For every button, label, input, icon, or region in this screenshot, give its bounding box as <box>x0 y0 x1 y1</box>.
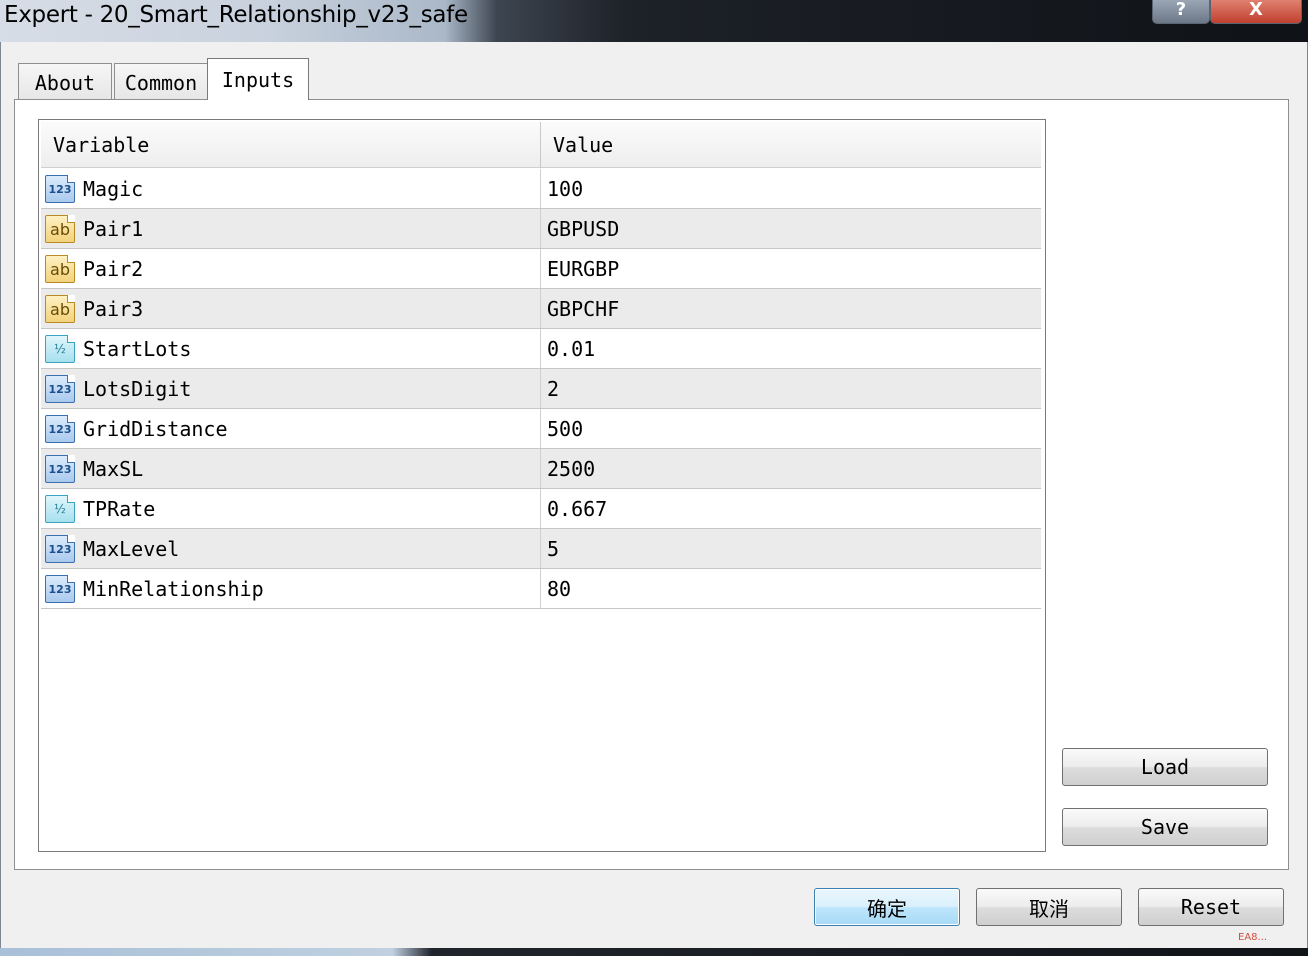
value-cell[interactable]: 100 <box>547 169 583 208</box>
inputs-grid: Variable Value 123 Magic 100 ab Pair1 GBPUSD a… <box>38 119 1046 852</box>
table-row[interactable]: 123 Magic 100 <box>41 169 1041 209</box>
value-cell[interactable]: 0.01 <box>547 329 595 368</box>
window-title: Expert - 20_Smart_Relationship_v23_safe <box>4 2 468 28</box>
window-bottom-edge <box>0 948 1308 956</box>
integer-type-icon: 123 <box>45 175 75 203</box>
tab-common[interactable]: Common <box>114 63 208 101</box>
value-cell[interactable]: 80 <box>547 569 571 608</box>
string-type-icon: ab <box>45 215 75 243</box>
variable-cell: 123 MinRelationship <box>41 569 541 608</box>
save-button[interactable]: Save <box>1062 808 1268 846</box>
grid-header: Variable Value <box>41 122 1041 168</box>
variable-cell: ½ StartLots <box>41 329 541 368</box>
value-cell[interactable]: 5 <box>547 529 559 568</box>
variable-name: MinRelationship <box>83 577 264 601</box>
ok-button[interactable]: 确定 <box>814 888 960 926</box>
table-row[interactable]: ab Pair1 GBPUSD <box>41 209 1041 249</box>
variable-cell: ab Pair3 <box>41 289 541 328</box>
variable-name: Pair3 <box>83 297 144 321</box>
double-type-icon: ½ <box>45 495 75 523</box>
variable-cell: ½ TPRate <box>41 489 541 528</box>
tab-about[interactable]: About <box>18 63 112 101</box>
table-row[interactable]: 123 GridDistance 500 <box>41 409 1041 449</box>
value-cell[interactable]: 2500 <box>547 449 595 488</box>
tab-inputs[interactable]: Inputs <box>207 58 309 100</box>
close-button[interactable]: X <box>1210 0 1302 24</box>
variable-cell: ab Pair2 <box>41 249 541 288</box>
integer-type-icon: 123 <box>45 535 75 563</box>
load-button[interactable]: Load <box>1062 748 1268 786</box>
variable-name: Pair2 <box>83 257 144 281</box>
integer-type-icon: 123 <box>45 575 75 603</box>
string-type-icon: ab <box>45 255 75 283</box>
string-type-icon: ab <box>45 295 75 323</box>
table-row[interactable]: ab Pair2 EURGBP <box>41 249 1041 289</box>
value-cell[interactable]: GBPCHF <box>547 289 619 328</box>
variable-name: GridDistance <box>83 417 228 441</box>
value-cell[interactable]: 0.667 <box>547 489 607 528</box>
variable-cell: 123 LotsDigit <box>41 369 541 408</box>
double-type-icon: ½ <box>45 335 75 363</box>
variable-name: Pair1 <box>83 217 144 241</box>
value-cell[interactable]: GBPUSD <box>547 209 619 248</box>
integer-type-icon: 123 <box>45 375 75 403</box>
variable-name: MaxLevel <box>83 537 180 561</box>
variable-cell: 123 MaxLevel <box>41 529 541 568</box>
column-header-value[interactable]: Value <box>541 122 1041 168</box>
table-row[interactable]: 123 MinRelationship 80 <box>41 569 1041 609</box>
column-header-variable[interactable]: Variable <box>41 122 541 168</box>
table-row[interactable]: ½ StartLots 0.01 <box>41 329 1041 369</box>
table-row[interactable]: ½ TPRate 0.667 <box>41 489 1041 529</box>
reset-button[interactable]: Reset <box>1138 888 1284 926</box>
variable-cell: 123 GridDistance <box>41 409 541 448</box>
variable-cell: 123 MaxSL <box>41 449 541 488</box>
variable-name: LotsDigit <box>83 377 192 401</box>
variable-name: StartLots <box>83 337 192 361</box>
variable-name: TPRate <box>83 497 156 521</box>
table-row[interactable]: ab Pair3 GBPCHF <box>41 289 1041 329</box>
value-cell[interactable]: 2 <box>547 369 559 408</box>
title-bar: Expert - 20_Smart_Relationship_v23_safe … <box>0 0 1308 42</box>
integer-type-icon: 123 <box>45 415 75 443</box>
watermark-logo: EA8... <box>1238 932 1268 943</box>
value-cell[interactable]: EURGBP <box>547 249 619 288</box>
variable-cell: ab Pair1 <box>41 209 541 248</box>
variable-name: Magic <box>83 177 144 201</box>
integer-type-icon: 123 <box>45 455 75 483</box>
help-button[interactable]: ? <box>1152 0 1210 24</box>
cancel-button[interactable]: 取消 <box>976 888 1122 926</box>
variable-cell: 123 Magic <box>41 169 541 208</box>
table-row[interactable]: 123 LotsDigit 2 <box>41 369 1041 409</box>
value-cell[interactable]: 500 <box>547 409 583 448</box>
table-row[interactable]: 123 MaxLevel 5 <box>41 529 1041 569</box>
variable-name: MaxSL <box>83 457 144 481</box>
table-row[interactable]: 123 MaxSL 2500 <box>41 449 1041 489</box>
